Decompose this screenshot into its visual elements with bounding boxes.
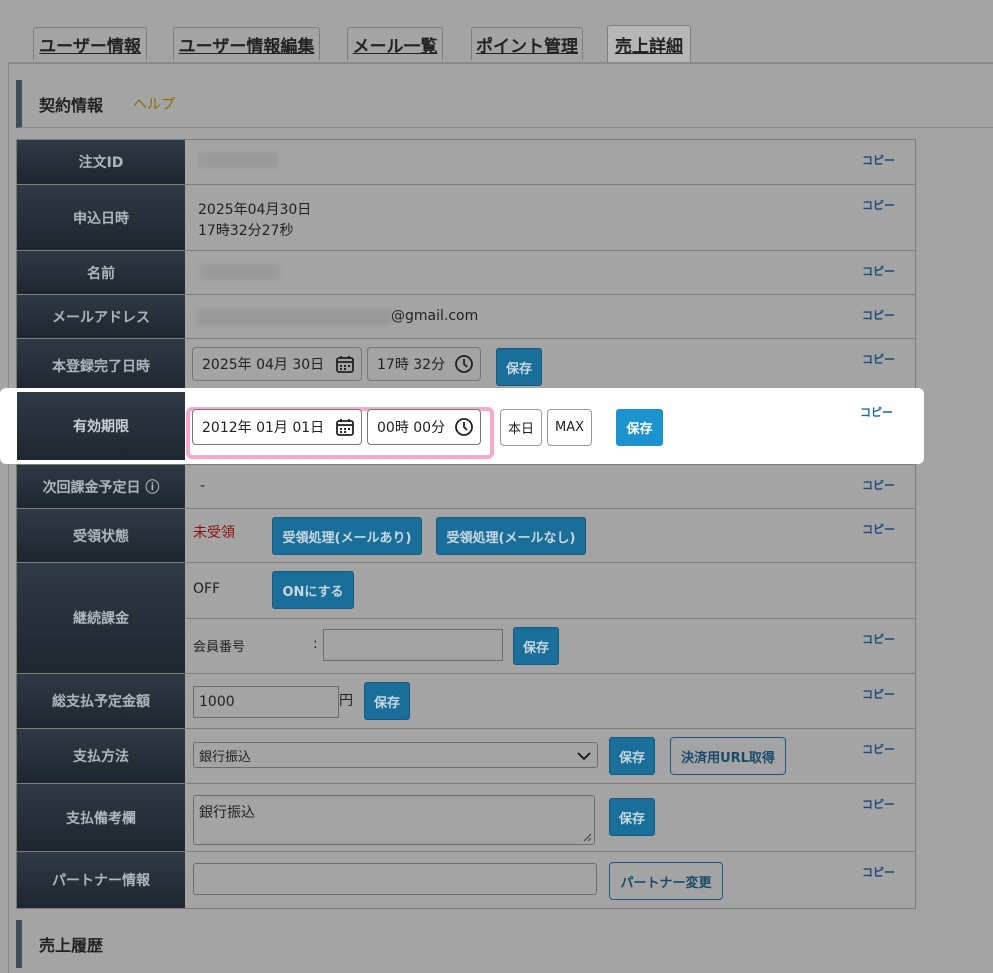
copy-button[interactable]: コピー <box>862 351 895 367</box>
partner-input[interactable] <box>193 863 597 895</box>
copy-button[interactable]: コピー <box>862 152 895 168</box>
clock-icon <box>455 418 473 436</box>
receipt-without-mail-button[interactable]: 受領処理(メールなし) <box>436 517 586 555</box>
row-continuous: 継続課金 OFF ONにする 会員番号 : 保存 コピー <box>17 562 915 673</box>
copy-button[interactable]: コピー <box>862 686 895 702</box>
member-number-colon: : <box>313 636 318 652</box>
row-email: メールアドレス @gmail.com コピー <box>17 294 915 338</box>
sub-divider <box>186 618 915 619</box>
copy-button[interactable]: コピー <box>862 631 895 647</box>
row-label: 有効期限 <box>17 392 185 460</box>
copy-button[interactable]: コピー <box>862 477 895 493</box>
contract-table: 注文ID コピー 申込日時 2025年04月30日 17時32分27秒 コピー … <box>16 139 916 909</box>
expiry-date-input[interactable]: 2012年 01月 01日 <box>192 409 362 445</box>
continuous-status: OFF <box>193 581 221 597</box>
partner-change-button[interactable]: パートナー変更 <box>609 862 723 900</box>
applied-time: 17時32分27秒 <box>198 223 294 239</box>
copy-button[interactable]: コピー <box>860 404 893 420</box>
max-button[interactable]: MAX <box>547 409 592 446</box>
tab-user-info[interactable]: ユーザー情報 <box>33 27 147 60</box>
row-order-id: 注文ID コピー <box>17 140 915 184</box>
total-unit: 円 <box>339 693 353 709</box>
calendar-icon <box>336 419 354 436</box>
receipt-status: 未受領 <box>193 525 235 541</box>
row-label: メールアドレス <box>17 295 185 338</box>
row-note: 支払備考欄 銀行振込 保存 コピー <box>17 783 915 851</box>
member-number-input[interactable] <box>323 629 503 661</box>
blurred-email <box>196 308 392 326</box>
copy-button[interactable]: コピー <box>862 263 895 279</box>
registered-time-input[interactable]: 17時 32分 <box>367 347 481 381</box>
copy-button[interactable]: コピー <box>862 741 895 757</box>
chevron-down-icon <box>577 752 591 761</box>
row-applied: 申込日時 2025年04月30日 17時32分27秒 コピー <box>17 184 915 250</box>
row-label: パートナー情報 <box>17 852 185 908</box>
copy-button[interactable]: コピー <box>862 796 895 812</box>
tab-user-edit[interactable]: ユーザー情報編集 <box>173 27 320 60</box>
copy-button[interactable]: コピー <box>862 521 895 537</box>
copy-button[interactable]: コピー <box>862 307 895 323</box>
row-label: 注文ID <box>17 140 185 184</box>
row-label: 本登録完了日時 <box>17 339 185 392</box>
blurred-name <box>200 264 280 280</box>
expiry-row-highlight: 有効期限 2012年 01月 01日 00時 00分 本日 MAX 保存 コピー <box>0 388 924 464</box>
row-label: 次回課金予定日 ⓘ <box>17 465 185 508</box>
applied-date: 2025年04月30日 <box>198 202 312 218</box>
row-registered: 本登録完了日時 2025年 04月 30日 17時 32分 保存 コピー <box>17 338 915 392</box>
total-amount-input[interactable]: 1000 <box>193 686 339 718</box>
method-save-button[interactable]: 保存 <box>609 737 655 775</box>
tab-mail-list[interactable]: メール一覧 <box>347 27 443 60</box>
expiry-save-button[interactable]: 保存 <box>616 409 663 446</box>
tab-points[interactable]: ポイント管理 <box>471 27 583 60</box>
row-label: 総支払予定金額 <box>17 674 185 728</box>
contract-section-header: 契約情報 ヘルプ <box>16 80 993 128</box>
row-receipt: 受領状態 未受領 受領処理(メールあり) 受領処理(メールなし) コピー <box>17 508 915 562</box>
row-next-billing: 次回課金予定日 ⓘ - コピー <box>17 464 915 508</box>
row-total: 総支払予定金額 1000 円 保存 コピー <box>17 673 915 728</box>
payment-method-select[interactable]: 銀行振込 <box>193 742 598 768</box>
registered-date-input[interactable]: 2025年 04月 30日 <box>192 347 362 381</box>
expiry-time-input[interactable]: 00時 00分 <box>367 409 481 445</box>
row-label: 受領状態 <box>17 509 185 562</box>
copy-button[interactable]: コピー <box>862 864 895 880</box>
row-label: 申込日時 <box>17 185 185 250</box>
help-link[interactable]: ヘルプ <box>133 94 175 114</box>
row-label: 支払備考欄 <box>17 784 185 851</box>
calendar-icon <box>336 356 354 373</box>
total-save-button[interactable]: 保存 <box>364 682 410 720</box>
next-billing-value: - <box>200 478 206 494</box>
blurred-order-id <box>198 152 278 168</box>
member-number-label: 会員番号 <box>193 640 246 655</box>
copy-button[interactable]: コピー <box>862 197 895 213</box>
today-button[interactable]: 本日 <box>500 409 542 446</box>
sales-history-header: 売上履歴 <box>16 920 993 968</box>
note-save-button[interactable]: 保存 <box>609 798 655 836</box>
receipt-with-mail-button[interactable]: 受領処理(メールあり) <box>272 517 422 555</box>
continuous-on-button[interactable]: ONにする <box>272 571 354 609</box>
row-partner: パートナー情報 パートナー変更 コピー <box>17 851 915 908</box>
registered-save-button[interactable]: 保存 <box>496 348 542 386</box>
resize-handle-icon[interactable] <box>582 832 592 842</box>
payment-url-button[interactable]: 決済用URL取得 <box>670 737 786 775</box>
row-method: 支払方法 銀行振込 保存 決済用URL取得 コピー <box>17 728 915 783</box>
tab-sales-detail[interactable]: 売上詳細 <box>607 25 691 62</box>
row-name: 名前 コピー <box>17 250 915 294</box>
row-label: 継続課金 <box>17 563 185 673</box>
row-label: 名前 <box>17 251 185 294</box>
email-domain: @gmail.com <box>391 308 479 324</box>
section-title: 契約情報 <box>39 95 104 115</box>
clock-icon <box>455 355 473 373</box>
row-label: 支払方法 <box>17 729 185 783</box>
payment-note-textarea[interactable]: 銀行振込 <box>193 795 595 845</box>
section-title: 売上履歴 <box>39 936 104 955</box>
member-number-save-button[interactable]: 保存 <box>513 627 559 665</box>
